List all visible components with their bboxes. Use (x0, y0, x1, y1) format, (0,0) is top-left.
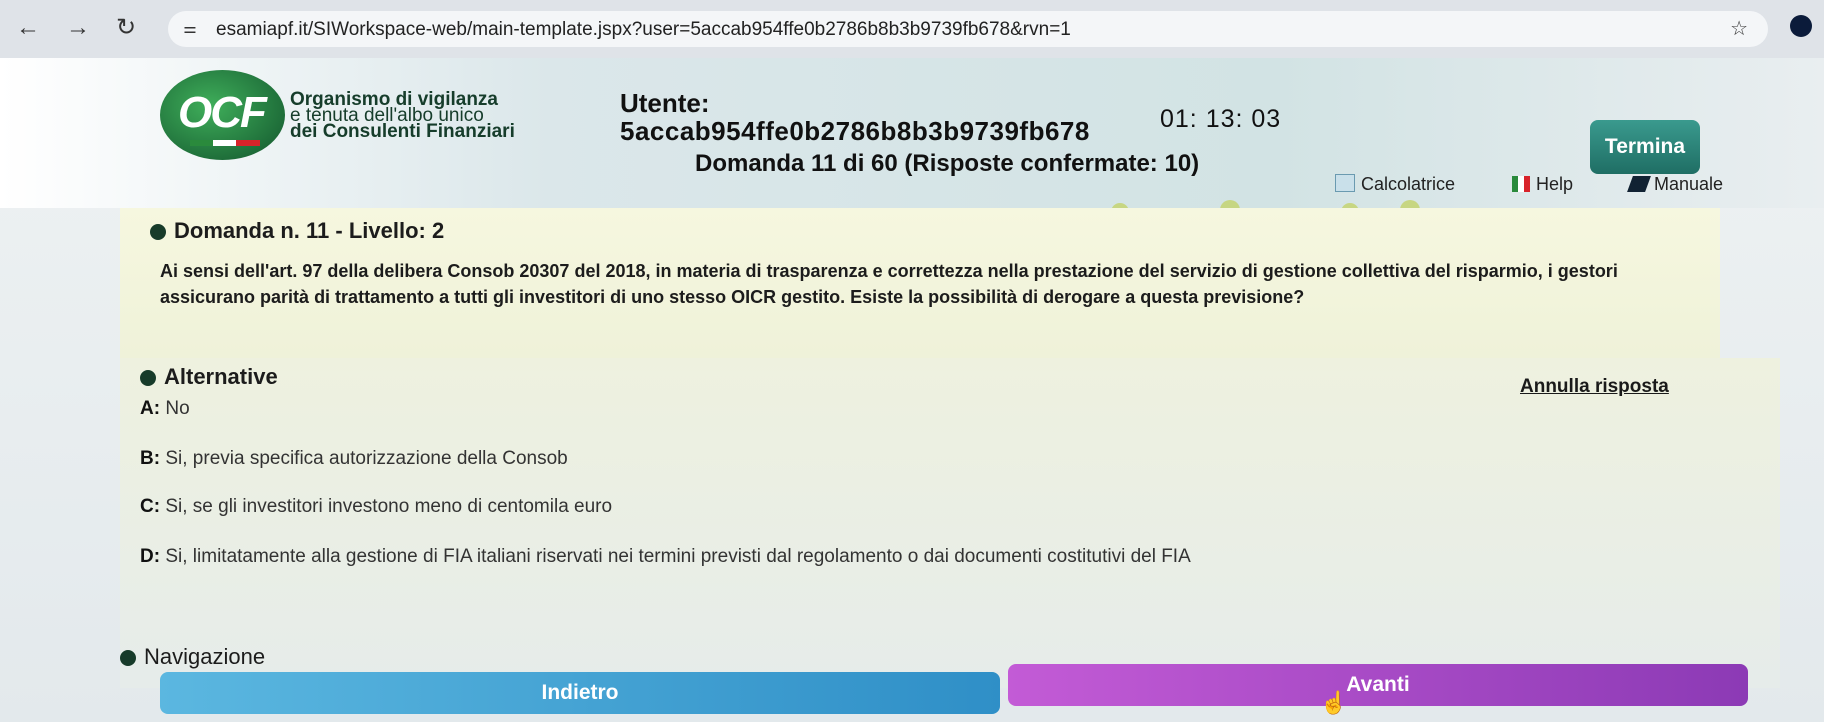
url-text[interactable]: esamiapf.it/SIWorkspace-web/main-templat… (216, 19, 1071, 41)
alternative-b[interactable]: B: Si, previa specifica autorizzazione d… (140, 448, 568, 470)
calculator-link[interactable]: Calcolatrice (1335, 174, 1455, 195)
logo-text: OCF (178, 88, 267, 137)
chevron-down-icon[interactable] (140, 370, 156, 386)
site-info-icon[interactable]: ⚌ (178, 17, 202, 41)
question-counter: Domanda 11 di 60 (Risposte confermate: 1… (695, 150, 1200, 177)
alternative-a[interactable]: A: No (140, 398, 190, 420)
question-heading-text: Domanda n. 11 - Livello: 2 (174, 218, 445, 243)
alternative-key: C: (140, 496, 161, 517)
navigation-heading: Navigazione (120, 644, 265, 670)
annulla-risposta-link[interactable]: Annulla risposta (1520, 376, 1669, 398)
alternative-c[interactable]: C: Si, se gli investitori investono meno… (140, 496, 612, 518)
book-icon (1627, 176, 1651, 192)
alternatives-heading-text: Alternative (164, 364, 278, 389)
manual-label: Manuale (1654, 174, 1724, 194)
calculator-icon (1335, 174, 1355, 192)
navigation-heading-text: Navigazione (144, 644, 266, 669)
chevron-down-icon[interactable] (120, 650, 136, 666)
header-banner: OCF Organismo di vigilanza e tenuta dell… (0, 58, 1824, 244)
chevron-down-icon[interactable] (150, 224, 166, 240)
alternative-key: B: (140, 448, 161, 469)
address-bar[interactable]: ⚌ esamiapf.it/SIWorkspace-web/main-templ… (168, 11, 1768, 47)
question-panel: Domanda n. 11 - Livello: 2 Ai sensi dell… (120, 208, 1720, 378)
alternative-text: Si, se gli investitori investono meno di… (165, 496, 613, 517)
alternative-d[interactable]: D: Si, limitatamente alla gestione di FI… (140, 546, 1191, 568)
indietro-button[interactable]: Indietro (160, 672, 1000, 714)
exam-page: OCF Organismo di vigilanza e tenuta dell… (0, 58, 1824, 722)
forward-arrow-icon[interactable]: → (62, 12, 94, 44)
italian-flag-stripe (190, 140, 260, 146)
help-label: Help (1536, 174, 1574, 194)
alternative-key: D: (140, 546, 161, 567)
reload-icon[interactable]: ↻ (110, 12, 142, 44)
profile-avatar[interactable] (1790, 15, 1812, 37)
manual-link[interactable]: Manuale (1627, 174, 1724, 195)
alternative-text: No (165, 398, 190, 419)
termina-button[interactable]: Termina (1590, 120, 1700, 174)
org-line-3: dei Consulenti Finanziari (290, 121, 515, 142)
user-label: Utente: (620, 88, 710, 118)
alternative-key: A: (140, 398, 161, 419)
question-text: Ai sensi dell'art. 97 della delibera Con… (160, 261, 1618, 307)
back-arrow-icon[interactable]: ← (12, 12, 44, 44)
bookmark-star-icon[interactable]: ☆ (1730, 16, 1748, 41)
hand-cursor-icon: ☝ (1320, 690, 1348, 715)
browser-toolbar: ← → ↻ ⚌ esamiapf.it/SIWorkspace-web/main… (0, 0, 1824, 59)
countdown-timer: 01: 13: 03 (1160, 105, 1282, 133)
ocf-logo: OCF (160, 70, 285, 160)
help-link[interactable]: Help (1512, 174, 1573, 195)
question-heading: Domanda n. 11 - Livello: 2 (150, 218, 444, 244)
calculator-label: Calcolatrice (1361, 174, 1456, 194)
flag-icon (1512, 176, 1530, 192)
alternative-text: Si, previa specifica autorizzazione dell… (165, 448, 568, 469)
alternative-text: Si, limitatamente alla gestione di FIA i… (165, 546, 1191, 567)
user-id: 5accab954ffe0b2786b8b3b9739fb678 (620, 116, 1090, 146)
avanti-button[interactable]: Avanti (1008, 664, 1748, 706)
organization-name: Organismo di vigilanza e tenuta dell'alb… (290, 90, 515, 142)
alternatives-heading: Alternative (140, 364, 278, 390)
